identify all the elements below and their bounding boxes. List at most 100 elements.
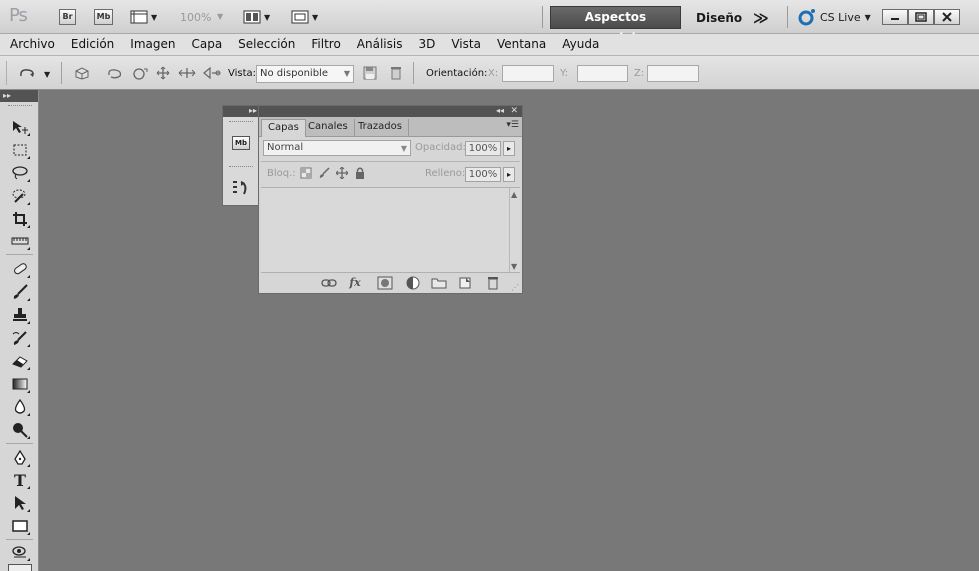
layer-style-icon[interactable]: fx [347, 276, 363, 290]
delete-view-icon[interactable] [386, 66, 406, 80]
eraser-tool-icon[interactable] [8, 351, 32, 371]
scroll-up-icon[interactable]: ▲ [511, 190, 517, 199]
adjustment-layer-icon[interactable] [405, 276, 421, 290]
layers-list[interactable]: ▲ ▼ [261, 187, 520, 273]
expand-icon[interactable]: ▸▸ [0, 90, 38, 102]
tab-capas[interactable]: Capas [261, 119, 306, 137]
opacity-field[interactable]: 100% [465, 141, 501, 156]
scroll-down-icon[interactable]: ▼ [511, 262, 517, 271]
new-group-icon[interactable] [431, 276, 447, 290]
y-field[interactable] [577, 65, 628, 82]
y-label: Y: [560, 68, 569, 79]
gradient-tool-icon[interactable] [8, 374, 32, 394]
menu-analisis[interactable]: Análisis [357, 34, 403, 55]
history-panel-button[interactable] [231, 178, 251, 198]
x-field[interactable] [502, 65, 554, 82]
cslive-label: CS Live [820, 10, 861, 24]
crop-tool-icon[interactable] [8, 209, 32, 229]
fill-field[interactable]: 100% [465, 167, 501, 182]
menu-ayuda[interactable]: Ayuda [562, 34, 599, 55]
panel-header[interactable]: ◂◂ ✕ [259, 106, 522, 117]
lock-all-icon[interactable] [354, 167, 366, 179]
delete-layer-icon[interactable] [485, 276, 501, 290]
view-extras-icon [130, 10, 148, 24]
menu-imagen[interactable]: Imagen [130, 34, 175, 55]
screen-mode-icon [291, 10, 309, 24]
workspace-essentials-button[interactable]: Aspectos esenciales [550, 6, 681, 45]
z-field[interactable] [647, 65, 699, 82]
3d-object-roll-icon[interactable] [106, 66, 126, 80]
dodge-tool-icon[interactable] [8, 420, 32, 440]
blur-tool-icon[interactable] [8, 397, 32, 417]
menu-filtro[interactable]: Filtro [311, 34, 340, 55]
collapse-to-icons-icon[interactable]: ◂◂ [496, 106, 504, 116]
scrollbar[interactable]: ▲ ▼ [509, 188, 520, 273]
launch-bridge-button[interactable]: Br [59, 9, 76, 25]
3d-rotate-preset-icon[interactable] [18, 66, 40, 80]
path-selection-tool-icon[interactable] [8, 493, 32, 513]
menu-archivo[interactable]: Archivo [10, 34, 55, 55]
brush-tool-icon[interactable] [8, 282, 32, 302]
move-tool-icon[interactable] [8, 117, 32, 137]
menu-3d[interactable]: 3D [418, 34, 435, 55]
3d-object-slide-icon[interactable] [153, 66, 173, 80]
close-icon [942, 12, 952, 22]
menu-ventana[interactable]: Ventana [497, 34, 546, 55]
tab-trazados[interactable]: Trazados [352, 119, 409, 137]
zoom-level[interactable]: 100% [180, 11, 211, 24]
lock-transparency-icon[interactable] [300, 167, 312, 179]
restore-button[interactable] [908, 9, 934, 25]
3d-object-pan-icon[interactable] [202, 66, 222, 80]
restore-icon [915, 12, 927, 22]
more-workspaces-button[interactable]: ≫ [753, 9, 769, 27]
arrange-documents-button[interactable]: ▼ [243, 9, 270, 25]
pen-tool-icon[interactable] [8, 448, 32, 468]
application-bar: Ps Br Mb ▼ 100% ▼ ▼ ▼ Aspectos esenciale… [0, 0, 979, 45]
resize-grip-icon[interactable]: ⋰ [511, 283, 519, 292]
color-swatch[interactable] [8, 564, 32, 571]
screen-mode-button[interactable]: ▼ [291, 9, 318, 25]
3d-object-scale-icon[interactable] [177, 66, 197, 80]
history-brush-tool-icon[interactable] [8, 328, 32, 348]
rectangle-tool-icon[interactable] [8, 516, 32, 536]
clone-stamp-tool-icon[interactable] [8, 305, 32, 325]
close-icon[interactable]: ✕ [510, 106, 518, 116]
menu-seleccion[interactable]: Selección [238, 34, 295, 55]
menu-vista[interactable]: Vista [451, 34, 481, 55]
opacity-slider-button[interactable]: ▸ [503, 141, 515, 156]
menu-capa[interactable]: Capa [191, 34, 222, 55]
blend-mode-select[interactable]: Normal ▼ [263, 140, 411, 156]
lock-pixels-icon[interactable] [318, 167, 330, 179]
marquee-tool-icon[interactable] [8, 140, 32, 160]
new-layer-icon[interactable] [457, 276, 473, 290]
3d-rotate-tool-icon[interactable] [8, 542, 32, 562]
add-mask-icon[interactable] [377, 276, 393, 290]
chevron-down-icon[interactable]: ▼ [44, 70, 50, 79]
lasso-tool-icon[interactable] [8, 163, 32, 183]
panel-menu-icon[interactable]: ▾☰ [506, 120, 519, 130]
chevron-down-icon: ▼ [400, 144, 407, 153]
link-layers-icon[interactable] [321, 276, 337, 290]
workspace-design-button[interactable]: Diseño [696, 11, 742, 25]
save-view-icon[interactable] [360, 66, 380, 80]
menu-edicion[interactable]: Edición [71, 34, 114, 55]
close-button[interactable] [934, 9, 960, 25]
vista-select[interactable]: No disponible ▼ [256, 65, 354, 83]
spot-healing-tool-icon[interactable] [8, 259, 32, 279]
minimize-button[interactable] [882, 9, 908, 25]
lock-position-icon[interactable] [336, 167, 348, 179]
quick-selection-tool-icon[interactable] [8, 186, 32, 206]
fill-slider-button[interactable]: ▸ [503, 167, 515, 182]
view-extras-button[interactable]: ▼ [130, 9, 157, 25]
launch-minibridge-button[interactable]: Mb [94, 9, 113, 25]
3d-object-rotate-icon[interactable] [72, 66, 92, 80]
3d-object-drag-icon[interactable] [130, 66, 150, 80]
eyedropper-tool-icon[interactable] [8, 231, 32, 251]
minibridge-panel-button[interactable]: Mb [231, 133, 251, 153]
tab-canales[interactable]: Canales [302, 119, 355, 137]
expand-dock-icon[interactable]: ▸▸ [223, 106, 258, 117]
grip [6, 61, 7, 85]
cslive-menu[interactable]: CS Live ▼ [798, 8, 871, 26]
type-tool-icon[interactable]: T [8, 470, 32, 490]
chevron-down-icon: ▼ [264, 12, 271, 22]
